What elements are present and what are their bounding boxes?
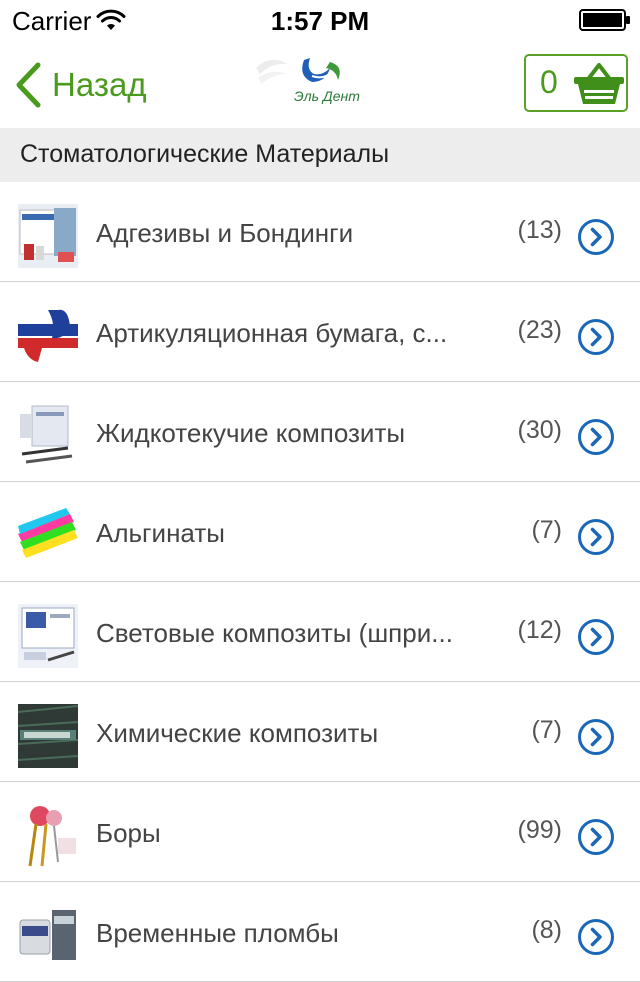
- list-item-title: Артикуляционная бумага, с...: [96, 318, 448, 348]
- list-item[interactable]: Артикуляционная бумага, с... (23): [0, 282, 640, 382]
- disclosure-icon[interactable]: [577, 518, 615, 556]
- list-item[interactable]: Альгинаты (7): [0, 482, 640, 582]
- category-list: Адгезивы и Бондинги (13) Артикуляционная…: [0, 182, 640, 982]
- list-item[interactable]: Световые композиты (шпри... (12): [0, 582, 640, 682]
- navigation-bar: Назад Эль Дент 0: [0, 40, 640, 128]
- temporary-fillings-thumbnail: [18, 904, 78, 968]
- list-item-count: (99): [517, 816, 562, 844]
- list-item[interactable]: Химические композиты (7): [0, 682, 640, 782]
- adhesives-thumbnail: [18, 204, 78, 268]
- battery-icon: [579, 9, 630, 31]
- status-bar: Carrier 1:57 PM: [0, 0, 640, 40]
- list-item-title: Жидкотекучие композиты: [96, 418, 406, 448]
- back-button-label: Назад: [52, 66, 147, 103]
- disclosure-icon[interactable]: [577, 318, 615, 356]
- list-item[interactable]: Боры (99): [0, 782, 640, 882]
- alginates-thumbnail: [18, 504, 78, 568]
- cart-button[interactable]: 0: [524, 54, 628, 112]
- flowable-composites-thumbnail: [18, 404, 78, 468]
- list-item[interactable]: Жидкотекучие композиты (30): [0, 382, 640, 482]
- articulating-paper-thumbnail: [18, 304, 78, 368]
- disclosure-icon[interactable]: [577, 218, 615, 256]
- list-item-title: Адгезивы и Бондинги: [96, 218, 354, 248]
- disclosure-icon[interactable]: [577, 918, 615, 956]
- list-item-count: (12): [517, 616, 562, 644]
- cart-count: 0: [540, 64, 558, 100]
- status-time: 1:57 PM: [270, 6, 370, 36]
- light-cure-composites-thumbnail: [18, 604, 78, 668]
- logo-mark: [256, 58, 340, 84]
- list-item-count: (7): [531, 516, 562, 544]
- logo-text: Эль Дент: [294, 88, 360, 104]
- disclosure-icon[interactable]: [577, 818, 615, 856]
- list-item-count: (13): [517, 216, 562, 244]
- list-item[interactable]: Адгезивы и Бондинги (13): [0, 182, 640, 282]
- burs-thumbnail: [18, 804, 78, 868]
- basket-icon: [574, 63, 624, 104]
- list-item-title: Временные пломбы: [96, 918, 339, 948]
- chemical-composites-thumbnail: [18, 704, 78, 768]
- back-chevron-icon: [16, 62, 41, 108]
- app-logo: Эль Дент: [252, 52, 360, 116]
- section-header: Стоматологические Материалы: [0, 128, 640, 182]
- disclosure-icon[interactable]: [577, 718, 615, 756]
- list-item-count: (8): [531, 916, 562, 944]
- list-item-title: Химические композиты: [96, 718, 379, 748]
- list-item-title: Световые композиты (шпри...: [96, 618, 453, 648]
- list-item[interactable]: Временные пломбы (8): [0, 882, 640, 982]
- disclosure-icon[interactable]: [577, 618, 615, 656]
- back-button[interactable]: Назад: [14, 62, 147, 108]
- list-item-title: Альгинаты: [96, 518, 225, 548]
- list-item-count: (7): [531, 716, 562, 744]
- section-title: Стоматологические Материалы: [20, 140, 390, 168]
- list-item-count: (30): [517, 416, 562, 444]
- list-item-title: Боры: [96, 818, 161, 848]
- list-item-count: (23): [517, 316, 562, 344]
- disclosure-icon[interactable]: [577, 418, 615, 456]
